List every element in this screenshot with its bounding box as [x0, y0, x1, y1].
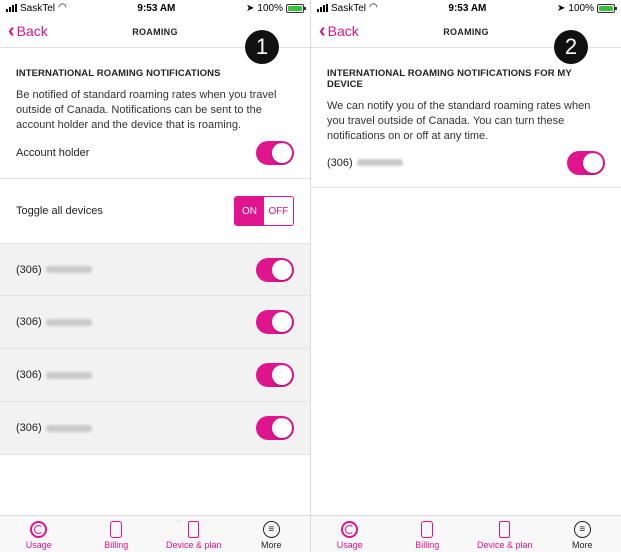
tab-usage[interactable]: Usage	[0, 516, 78, 552]
battery-icon	[285, 3, 306, 13]
tab-label: Usage	[25, 540, 52, 550]
tab-device-plan[interactable]: Device & plan	[155, 516, 233, 552]
location-icon: ➤	[557, 2, 566, 14]
battery-percent: 100%	[257, 2, 283, 14]
my-device-row: (306)	[311, 144, 621, 188]
status-time: 9:53 AM	[448, 2, 487, 14]
left-screen: SaskTel ◠ 9:53 AM ➤ 100% ‹ Back ROAMING …	[0, 0, 310, 552]
device-number: (306)	[16, 316, 92, 328]
status-time: 9:53 AM	[137, 2, 176, 14]
section-description: Be notified of standard roaming rates wh…	[16, 89, 277, 131]
more-icon: ≡	[262, 521, 280, 538]
device-list: (306) (306) (306) (306)	[0, 243, 310, 455]
carrier-name: SaskTel	[331, 2, 367, 14]
status-bar: SaskTel ◠ 9:53 AM ➤ 100%	[311, 0, 621, 16]
section-heading: INTERNATIONAL ROAMING NOTIFICATIONS FOR …	[327, 68, 572, 90]
toggle-all-switch: ON OFF	[234, 196, 294, 226]
wifi-icon: ◠	[58, 2, 67, 13]
section-description: We can notify you of the standard roamin…	[327, 100, 591, 142]
back-label: Back	[16, 23, 48, 39]
tab-bar: Usage Billing Device & plan ≡ More	[311, 515, 621, 552]
step-badge: 2	[554, 30, 588, 64]
wifi-icon: ◠	[369, 2, 378, 13]
battery-icon	[596, 3, 617, 13]
battery-percent: 100%	[568, 2, 594, 14]
device-number: (306)	[16, 422, 92, 434]
page-title: ROAMING	[443, 26, 489, 37]
billing-icon	[110, 521, 123, 538]
usage-icon	[30, 521, 48, 538]
tab-usage[interactable]: Usage	[311, 516, 389, 552]
right-screen: SaskTel ◠ 9:53 AM ➤ 100% ‹ Back ROAMING …	[311, 0, 621, 552]
tab-more[interactable]: ≡ More	[233, 516, 311, 552]
on-button[interactable]: ON	[235, 197, 264, 225]
step-badge: 1	[245, 30, 279, 64]
device-row: (306)	[0, 243, 310, 296]
back-button[interactable]: ‹ Back	[8, 20, 48, 42]
toggle-all-label: Toggle all devices	[16, 205, 103, 217]
billing-icon	[421, 521, 434, 538]
my-device-toggle[interactable]	[567, 150, 605, 175]
device-toggle[interactable]	[256, 310, 294, 334]
carrier-name: SaskTel	[20, 2, 56, 14]
more-icon: ≡	[573, 521, 591, 538]
back-button[interactable]: ‹ Back	[319, 20, 359, 42]
tab-label: More	[571, 540, 593, 550]
chevron-left-icon: ‹	[319, 20, 326, 42]
signal-icon	[317, 4, 328, 12]
toggle-all-row: Toggle all devices ON OFF	[0, 179, 310, 243]
device-toggle[interactable]	[256, 257, 294, 282]
location-icon: ➤	[246, 2, 255, 14]
device-toggle[interactable]	[256, 416, 294, 440]
page-title: ROAMING	[132, 26, 178, 37]
off-button[interactable]: OFF	[264, 197, 293, 225]
tab-billing[interactable]: Billing	[389, 516, 467, 552]
device-number: (306)	[16, 264, 92, 276]
tab-device-plan[interactable]: Device & plan	[466, 516, 544, 552]
tab-billing[interactable]: Billing	[78, 516, 156, 552]
status-bar: SaskTel ◠ 9:53 AM ➤ 100%	[0, 0, 310, 16]
tab-label: Device & plan	[165, 540, 222, 550]
account-holder-row: Account holder	[0, 137, 310, 179]
tab-label: Billing	[104, 540, 129, 550]
section-heading: INTERNATIONAL ROAMING NOTIFICATIONS	[16, 68, 221, 79]
back-label: Back	[327, 23, 359, 39]
tab-more[interactable]: ≡ More	[544, 516, 621, 552]
tab-label: Billing	[415, 540, 440, 550]
account-holder-label: Account holder	[16, 146, 90, 159]
device-icon	[188, 521, 200, 538]
device-toggle[interactable]	[256, 363, 294, 387]
tab-bar: Usage Billing Device & plan ≡ More	[0, 515, 310, 552]
device-number: (306)	[327, 157, 403, 169]
tab-label: Usage	[336, 540, 363, 550]
device-row: (306)	[0, 402, 310, 455]
account-holder-toggle[interactable]	[256, 140, 294, 165]
tab-label: Device & plan	[476, 540, 533, 550]
device-icon	[499, 521, 511, 538]
tab-label: More	[260, 540, 282, 550]
chevron-left-icon: ‹	[8, 20, 15, 42]
device-row: (306)	[0, 296, 310, 349]
usage-icon	[341, 521, 359, 538]
device-row: (306)	[0, 349, 310, 402]
signal-icon	[6, 4, 17, 12]
device-number: (306)	[16, 369, 92, 381]
